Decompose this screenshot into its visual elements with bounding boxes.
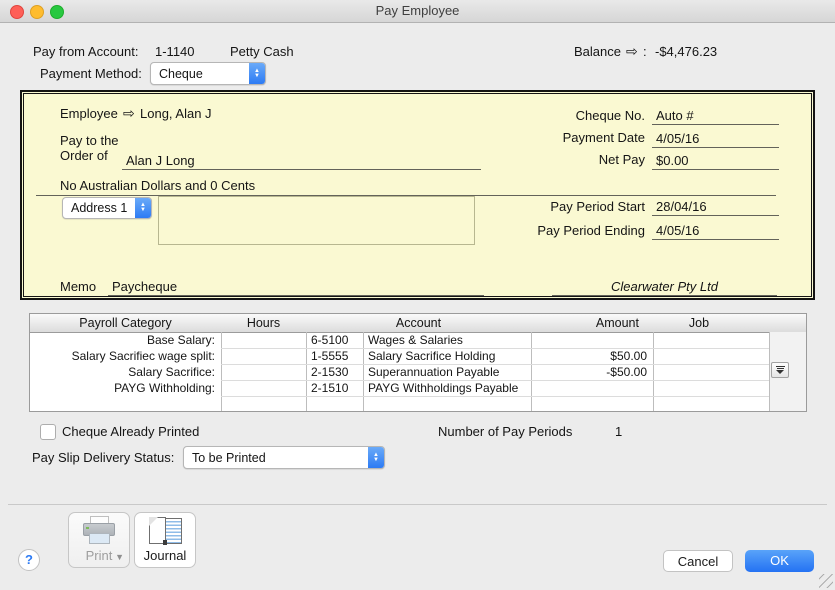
num-pay-periods-label: Number of Pay Periods — [438, 424, 572, 439]
pay-slip-delivery-value: To be Printed — [184, 451, 368, 465]
payment-method-label: Payment Method: — [40, 66, 142, 81]
balance-drilldown-arrow-icon[interactable]: ⇨ — [626, 44, 638, 58]
account-no-cell[interactable]: 1-5555 — [311, 348, 361, 364]
employee-drilldown-arrow-icon[interactable]: ⇨ — [123, 106, 135, 120]
account-name-cell[interactable]: PAYG Withholdings Payable — [368, 380, 528, 396]
account-name-cell[interactable]: Salary Sacrifice Holding — [368, 348, 528, 364]
hours-cell[interactable] — [223, 380, 304, 396]
balance-value: -$4,476.23 — [655, 44, 717, 59]
job-cell[interactable] — [655, 380, 767, 396]
cancel-button[interactable]: Cancel — [663, 550, 733, 572]
num-pay-periods-value: 1 — [615, 424, 622, 439]
table-divider — [221, 332, 222, 411]
employee-value: Long, Alan J — [140, 106, 212, 121]
address-selector[interactable]: Address 1 ▲▼ — [62, 197, 152, 219]
payment-date-label: Payment Date — [452, 130, 645, 145]
pay-from-account-label: Pay from Account: — [33, 44, 139, 59]
balance-colon: : — [643, 44, 647, 59]
address-selector-value: Address 1 — [63, 201, 135, 215]
payee-field[interactable]: Alan J Long — [122, 152, 481, 170]
row-divider — [221, 396, 769, 397]
pay-period-ending-field[interactable]: 4/05/16 — [652, 222, 779, 240]
col-header-hours[interactable]: Hours — [221, 316, 306, 330]
account-name-cell[interactable]: Superannuation Payable — [368, 364, 528, 380]
ok-button[interactable]: OK — [745, 550, 814, 572]
net-pay-field[interactable]: $0.00 — [652, 152, 779, 170]
pay-period-ending-label: Pay Period Ending — [452, 223, 645, 238]
payment-method-value: Cheque — [151, 67, 249, 81]
category-cell: Salary Sacrifice: — [30, 364, 215, 380]
table-divider — [363, 332, 364, 411]
help-button[interactable]: ? — [18, 549, 40, 571]
col-header-payroll-category[interactable]: Payroll Category — [30, 316, 221, 330]
journal-button[interactable]: Journal — [134, 512, 196, 568]
amount-cell[interactable]: $50.00 — [531, 348, 647, 364]
journal-book-icon — [147, 516, 183, 546]
account-no-cell[interactable]: 2-1510 — [311, 380, 361, 396]
hours-cell[interactable] — [223, 364, 304, 380]
memo-label: Memo — [60, 279, 96, 294]
payment-method-select[interactable]: Cheque ▲▼ — [150, 62, 266, 85]
category-cell: Base Salary: — [30, 332, 215, 348]
col-header-job[interactable]: Job — [653, 316, 745, 330]
amount-cell[interactable] — [531, 380, 647, 396]
footer-divider — [8, 504, 827, 505]
amount-cell[interactable]: -$50.00 — [531, 364, 647, 380]
category-cell: PAYG Withholding: — [30, 380, 215, 396]
job-cell[interactable] — [655, 364, 767, 380]
signature: Clearwater Pty Ltd — [552, 278, 777, 296]
print-button-label: Print — [86, 548, 113, 563]
account-name: Petty Cash — [230, 44, 294, 59]
col-header-account[interactable]: Account — [306, 316, 531, 330]
job-cell[interactable] — [655, 332, 767, 348]
account-no-cell[interactable]: 6-5100 — [311, 332, 361, 348]
payment-date-field[interactable]: 4/05/16 — [652, 130, 779, 148]
amount-in-words: No Australian Dollars and 0 Cents — [60, 178, 255, 193]
print-button[interactable]: Print ▼ — [68, 512, 130, 568]
popup-stepper-icon: ▲▼ — [249, 63, 265, 84]
pay-slip-delivery-select[interactable]: To be Printed ▲▼ — [183, 446, 385, 469]
col-header-amount[interactable]: Amount — [531, 316, 639, 330]
amount-cell[interactable] — [531, 332, 647, 348]
balance-label: Balance — [574, 44, 621, 59]
popup-stepper-icon: ▲▼ — [368, 447, 384, 468]
payroll-table: Payroll Category Hours Account Amount Jo… — [29, 313, 807, 412]
employee-label: Employee — [60, 106, 118, 121]
pay-slip-delivery-label: Pay Slip Delivery Status: — [32, 450, 174, 465]
account-name-cell[interactable]: Wages & Salaries — [368, 332, 528, 348]
account-number: 1-1140 — [155, 44, 195, 59]
print-options-caret-icon[interactable]: ▼ — [115, 552, 124, 562]
pay-to-label-line1: Pay to the — [60, 133, 119, 148]
printer-icon — [82, 516, 116, 546]
cheque-panel: Employee ⇨ Long, Alan J Cheque No. Auto … — [20, 90, 815, 300]
account-no-cell[interactable]: 2-1530 — [311, 364, 361, 380]
net-pay-label: Net Pay — [452, 152, 645, 167]
pay-period-start-label: Pay Period Start — [452, 199, 645, 214]
popup-stepper-icon: ▲▼ — [135, 198, 151, 218]
journal-button-label: Journal — [144, 548, 187, 563]
cheque-no-label: Cheque No. — [452, 108, 645, 123]
memo-field[interactable]: Paycheque — [108, 278, 484, 296]
hours-cell[interactable] — [223, 348, 304, 364]
title-bar: Pay Employee — [0, 0, 835, 23]
job-cell[interactable] — [655, 348, 767, 364]
address-box[interactable] — [158, 196, 475, 245]
payroll-table-header: Payroll Category Hours Account Amount Jo… — [30, 314, 806, 333]
hours-cell[interactable] — [223, 332, 304, 348]
cheque-already-printed-checkbox[interactable] — [40, 424, 56, 440]
table-divider — [306, 332, 307, 411]
pay-period-start-field[interactable]: 28/04/16 — [652, 198, 779, 216]
cheque-no-field[interactable]: Auto # — [652, 107, 779, 125]
pay-to-label-line2: Order of — [60, 148, 108, 163]
cheque-already-printed-label: Cheque Already Printed — [62, 424, 199, 439]
table-divider — [653, 332, 654, 411]
table-divider — [769, 332, 770, 411]
resize-grip[interactable] — [819, 574, 833, 588]
window-title: Pay Employee — [0, 0, 835, 22]
category-cell: Salary Sacrifiec wage split: — [30, 348, 215, 364]
job-list-dropdown-icon[interactable] — [771, 362, 789, 378]
